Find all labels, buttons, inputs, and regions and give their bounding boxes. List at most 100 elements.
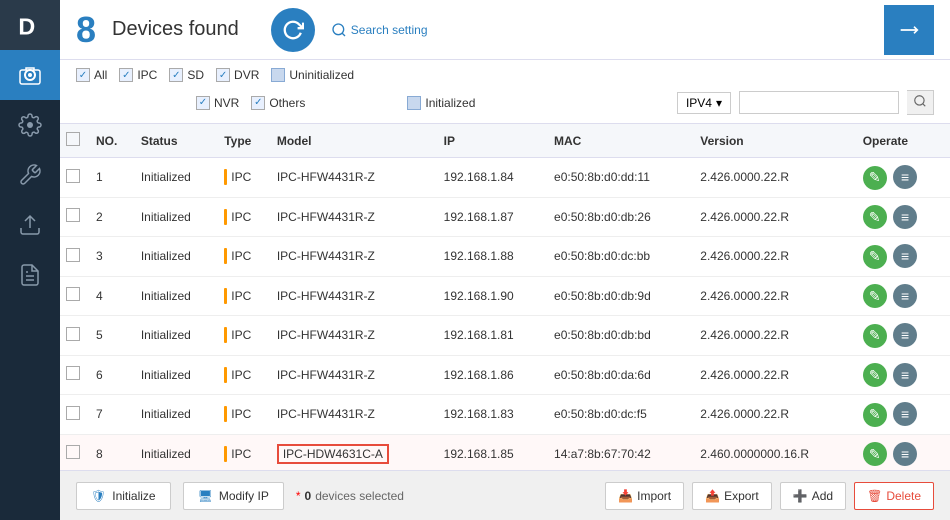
cell-mac: e0:50:8b:d0:db:26 [548, 197, 694, 237]
select-all-checkbox[interactable] [66, 132, 80, 146]
initialize-button[interactable]: 🛡 Initialize [76, 482, 171, 510]
selected-count: 0 [305, 489, 312, 503]
type-label: IPC [231, 210, 251, 224]
filter-right: IPV4 ▾ [677, 90, 934, 115]
cell-operate: ✎ ≡ [857, 158, 950, 198]
filter-ipc[interactable]: IPC [119, 68, 157, 82]
cell-status: Initialized [135, 158, 218, 198]
add-icon: ➕ [793, 489, 808, 503]
modify-ip-button[interactable]: 🖥 Modify IP [183, 482, 284, 510]
info-button[interactable]: ≡ [893, 323, 917, 347]
row-checkbox[interactable] [66, 445, 80, 459]
filter-initialized-checkbox[interactable] [407, 96, 421, 110]
sidebar-item-upload[interactable] [0, 200, 60, 250]
cell-no: 8 [90, 434, 135, 470]
add-label: Add [812, 489, 833, 503]
chevron-down-icon: ▾ [716, 96, 722, 110]
search-button[interactable] [907, 90, 934, 115]
table-row: 7 Initialized IPC IPC-HFW4431R-Z 192.168… [60, 395, 950, 435]
ipv4-label: IPV4 [686, 96, 712, 110]
info-button[interactable]: ≡ [893, 442, 917, 466]
info-button[interactable]: ≡ [893, 363, 917, 387]
edit-button[interactable]: ✎ [863, 205, 887, 229]
delete-button[interactable]: 🗑 Delete [854, 482, 934, 510]
filter-dvr[interactable]: DVR [216, 68, 259, 82]
type-bar [224, 367, 227, 383]
info-button[interactable]: ≡ [893, 402, 917, 426]
search-setting-button[interactable]: Search setting [331, 22, 428, 38]
row-checkbox[interactable] [66, 287, 80, 301]
export-button[interactable]: 📤 Export [692, 482, 772, 510]
edit-button[interactable]: ✎ [863, 284, 887, 308]
edit-button[interactable]: ✎ [863, 245, 887, 269]
col-status: Status [135, 124, 218, 158]
filter-nvr-label: NVR [214, 96, 239, 110]
delete-label: Delete [886, 489, 921, 503]
edit-button[interactable]: ✎ [863, 403, 887, 427]
edit-button[interactable]: ✎ [863, 324, 887, 348]
cell-no: 6 [90, 355, 135, 395]
cell-no: 2 [90, 197, 135, 237]
filter-others-checkbox[interactable] [251, 96, 265, 110]
filter-initialized[interactable]: Initialized [407, 96, 475, 110]
filter-nvr-checkbox[interactable] [196, 96, 210, 110]
sidebar-item-tools[interactable] [0, 150, 60, 200]
row-checkbox[interactable] [66, 248, 80, 262]
cell-no: 7 [90, 395, 135, 435]
sidebar-item-camera[interactable] [0, 50, 60, 100]
cell-ip: 192.168.1.83 [438, 395, 548, 435]
col-no: NO. [90, 124, 135, 158]
ipv4-dropdown[interactable]: IPV4 ▾ [677, 92, 731, 114]
cell-mac: e0:50:8b:d0:dd:11 [548, 158, 694, 198]
cell-model: IPC-HFW4431R-Z [271, 355, 438, 395]
refresh-button[interactable] [271, 8, 315, 52]
type-label: IPC [231, 447, 251, 461]
type-bar [224, 327, 227, 343]
page-title: Devices found [112, 18, 239, 41]
type-label: IPC [231, 328, 251, 342]
footer: 🛡 Initialize 🖥 Modify IP * 0 devices sel… [60, 470, 950, 520]
filter-ipc-checkbox[interactable] [119, 68, 133, 82]
filter-uninitialized[interactable]: Uninitialized [271, 68, 354, 82]
row-checkbox[interactable] [66, 366, 80, 380]
import-button[interactable]: 📥 Import [605, 482, 684, 510]
cell-version: 2.426.0000.22.R [694, 316, 856, 356]
filter-nvr[interactable]: NVR [196, 96, 239, 110]
info-button[interactable]: ≡ [893, 284, 917, 308]
cell-mac: e0:50:8b:d0:dc:f5 [548, 395, 694, 435]
sidebar-item-document[interactable] [0, 250, 60, 300]
edit-button[interactable]: ✎ [863, 442, 887, 466]
row-checkbox[interactable] [66, 208, 80, 222]
import-label: Import [637, 489, 671, 503]
info-button[interactable]: ≡ [893, 244, 917, 268]
cell-operate: ✎ ≡ [857, 316, 950, 356]
edit-button[interactable]: ✎ [863, 166, 887, 190]
edit-button[interactable]: ✎ [863, 363, 887, 387]
row-checkbox[interactable] [66, 327, 80, 341]
header: 8 Devices found Search setting [60, 0, 950, 60]
sidebar-item-settings[interactable] [0, 100, 60, 150]
info-button[interactable]: ≡ [893, 165, 917, 189]
filter-others[interactable]: Others [251, 96, 305, 110]
table-row: 2 Initialized IPC IPC-HFW4431R-Z 192.168… [60, 197, 950, 237]
table-header-row: NO. Status Type Model IP MAC Version Ope… [60, 124, 950, 158]
filter-sd-checkbox[interactable] [169, 68, 183, 82]
cell-type: IPC [218, 316, 271, 356]
row-checkbox[interactable] [66, 406, 80, 420]
table-row: 6 Initialized IPC IPC-HFW4431R-Z 192.168… [60, 355, 950, 395]
row-checkbox[interactable] [66, 169, 80, 183]
info-button[interactable]: ≡ [893, 205, 917, 229]
filter-uninitialized-checkbox[interactable] [271, 68, 285, 82]
filter-all-checkbox[interactable] [76, 68, 90, 82]
highlighted-model: IPC-HDW4631C-A [277, 444, 389, 464]
filter-dvr-checkbox[interactable] [216, 68, 230, 82]
add-button[interactable]: ➕ Add [780, 482, 846, 510]
filter-all-label: All [94, 68, 107, 82]
device-table-container: NO. Status Type Model IP MAC Version Ope… [60, 124, 950, 470]
main-content: 8 Devices found Search setting All [60, 0, 950, 520]
type-bar [224, 209, 227, 225]
filter-all[interactable]: All [76, 68, 107, 82]
col-ip: IP [438, 124, 548, 158]
search-input[interactable] [739, 91, 899, 114]
filter-sd[interactable]: SD [169, 68, 204, 82]
